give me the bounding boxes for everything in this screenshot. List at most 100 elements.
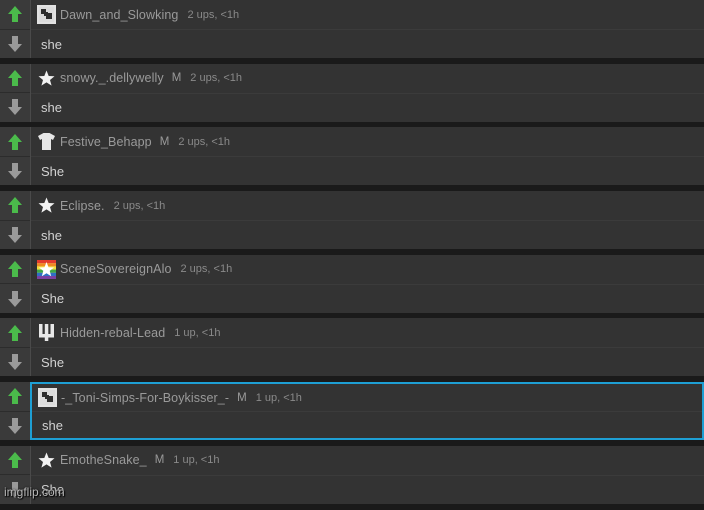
arrow-up-icon: [6, 323, 24, 343]
comment-meta: EmotheSnake_ M 1 up, <1h: [31, 446, 704, 475]
comment-row[interactable]: EmotheSnake_ M 1 up, <1h She: [0, 445, 704, 504]
downvote-button[interactable]: [0, 346, 30, 377]
comment-content[interactable]: EmotheSnake_ M 1 up, <1h She: [30, 445, 704, 504]
arrow-up-icon: [6, 4, 24, 24]
comment-content[interactable]: Dawn_and_Slowking 2 ups, <1h she: [30, 0, 704, 58]
comment-content[interactable]: SceneSovereignAlo 2 ups, <1h She: [30, 254, 704, 313]
arrow-up-icon: [6, 450, 24, 470]
comment-score: 1 up, <1h: [173, 454, 220, 467]
comment-body-text: She: [41, 291, 65, 307]
comment-author[interactable]: SceneSovereignAlo: [60, 262, 172, 276]
comment-row[interactable]: Dawn_and_Slowking 2 ups, <1h she: [0, 0, 704, 58]
comment-content[interactable]: Hidden-rebal-Lead 1 up, <1h She: [30, 318, 704, 377]
avatar[interactable]: [37, 5, 56, 24]
arrow-up-icon: [6, 195, 24, 215]
comment-row[interactable]: -_Toni-Simps-For-Boykisser_- M 1 up, <1h sh…: [0, 382, 704, 441]
comment-body-text: she: [41, 227, 62, 243]
mod-badge: M: [159, 135, 170, 148]
comment-body-text: She: [41, 482, 65, 498]
comment-meta: -_Toni-Simps-For-Boykisser_- M 1 up, <1h: [32, 384, 702, 411]
arrow-down-icon: [6, 161, 24, 181]
comment-body: she: [31, 92, 704, 122]
comment-meta: Hidden-rebal-Lead 1 up, <1h: [31, 318, 704, 347]
upvote-button[interactable]: [0, 0, 30, 29]
comment-row[interactable]: snowy._.dellywelly M 2 ups, <1h she: [0, 63, 704, 122]
comment-score: 2 ups, <1h: [187, 8, 240, 21]
vote-column: [0, 445, 30, 504]
comment-author[interactable]: Festive_Behapp: [60, 135, 152, 149]
avatar[interactable]: [37, 196, 56, 216]
avatar[interactable]: [37, 68, 56, 88]
upvote-button[interactable]: [0, 254, 30, 284]
downvote-button[interactable]: [0, 28, 30, 58]
downvote-button[interactable]: [0, 155, 30, 186]
comment-content[interactable]: -_Toni-Simps-For-Boykisser_- M 1 up, <1h sh…: [30, 382, 704, 441]
comment-author[interactable]: EmotheSnake_: [60, 453, 147, 467]
arrow-up-icon: [6, 386, 24, 406]
arrow-up-icon: [6, 132, 24, 152]
comment-score: 2 ups, <1h: [180, 263, 233, 276]
comment-score: 2 ups, <1h: [190, 72, 242, 85]
upvote-button[interactable]: [0, 63, 30, 93]
comment-body-text: she: [41, 100, 62, 116]
downvote-button[interactable]: [0, 283, 30, 313]
comment-row[interactable]: Festive_Behapp M 2 ups, <1h She: [0, 127, 704, 186]
avatar[interactable]: [37, 259, 56, 279]
comment-score: 1 up, <1h: [255, 391, 302, 404]
downvote-button[interactable]: [0, 474, 30, 504]
comment-body: she: [32, 411, 702, 438]
upvote-button[interactable]: [0, 318, 30, 347]
comment-content[interactable]: Festive_Behapp M 2 ups, <1h She: [30, 127, 704, 186]
comment-meta: Dawn_and_Slowking 2 ups, <1h: [31, 0, 704, 29]
downvote-button[interactable]: [0, 219, 30, 250]
comment-body: She: [31, 347, 704, 376]
comment-body: she: [31, 29, 704, 58]
mod-badge: M: [237, 391, 247, 404]
comment-row[interactable]: Eclipse. 2 ups, <1h she: [0, 191, 704, 250]
comment-author[interactable]: Dawn_and_Slowking: [60, 8, 178, 22]
vote-column: [0, 254, 30, 313]
comment-score: 2 ups, <1h: [113, 199, 166, 212]
comment-score: 1 up, <1h: [174, 326, 221, 339]
arrow-down-icon: [6, 416, 24, 436]
arrow-down-icon: [6, 352, 24, 372]
comment-body: She: [31, 156, 704, 185]
upvote-button[interactable]: [0, 445, 30, 475]
comment-score: 2 ups, <1h: [178, 135, 231, 148]
arrow-up-icon: [6, 68, 24, 88]
downvote-button[interactable]: [0, 410, 30, 441]
upvote-button[interactable]: [0, 191, 30, 220]
avatar[interactable]: [38, 388, 57, 408]
comment-author[interactable]: Hidden-rebal-Lead: [60, 326, 165, 340]
comment-list: Dawn_and_Slowking 2 ups, <1h she snowy._.de…: [0, 0, 704, 510]
vote-column: [0, 382, 30, 441]
vote-column: [0, 318, 30, 377]
avatar[interactable]: [37, 450, 56, 470]
arrow-down-icon: [6, 34, 24, 54]
upvote-button[interactable]: [0, 127, 30, 156]
upvote-button[interactable]: [0, 382, 30, 411]
comment-body-text: she: [42, 417, 63, 433]
downvote-button[interactable]: [0, 92, 30, 122]
comment-row[interactable]: SceneSovereignAlo 2 ups, <1h She: [0, 254, 704, 313]
avatar[interactable]: [37, 132, 56, 152]
vote-column: [0, 63, 30, 122]
comment-content[interactable]: snowy._.dellywelly M 2 ups, <1h she: [30, 63, 704, 122]
arrow-down-icon: [6, 480, 24, 500]
arrow-down-icon: [6, 225, 24, 245]
avatar[interactable]: [37, 323, 56, 343]
mod-badge: M: [171, 72, 182, 85]
comment-row[interactable]: Hidden-rebal-Lead 1 up, <1h She: [0, 318, 704, 377]
comment-body-text: She: [41, 354, 65, 370]
comment-author[interactable]: -_Toni-Simps-For-Boykisser_-: [61, 391, 229, 405]
comment-author[interactable]: snowy._.dellywelly: [60, 71, 164, 85]
vote-column: [0, 191, 30, 250]
vote-column: [0, 127, 30, 186]
comment-body: She: [31, 283, 704, 313]
arrow-down-icon: [6, 289, 24, 309]
comment-body: She: [31, 474, 704, 504]
comment-author[interactable]: Eclipse.: [60, 199, 105, 213]
arrow-up-icon: [6, 259, 24, 279]
comment-content[interactable]: Eclipse. 2 ups, <1h she: [30, 191, 704, 250]
comment-body: she: [31, 220, 704, 249]
